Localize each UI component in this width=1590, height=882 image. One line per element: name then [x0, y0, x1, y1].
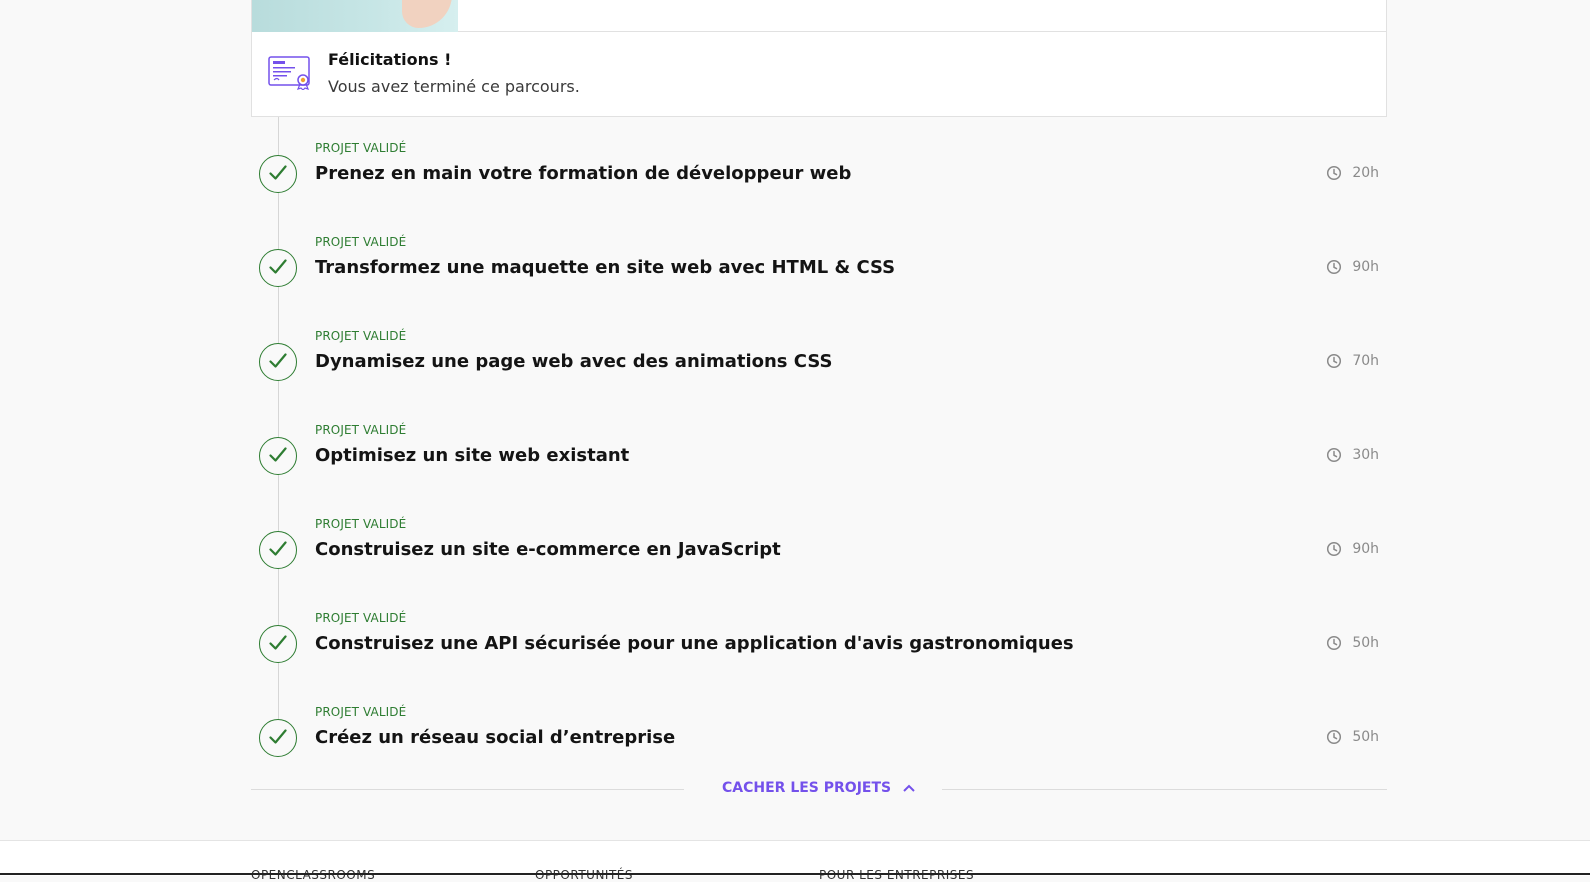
duration-value: 90h	[1352, 259, 1379, 275]
project-title[interactable]: Créez un réseau social d’entreprise	[315, 727, 675, 748]
path-banner	[251, 0, 1387, 32]
project-title[interactable]: Prenez en main votre formation de dévelo…	[315, 163, 851, 184]
project-item[interactable]: PROJET VALIDÉ Créez un réseau social d’e…	[251, 705, 1387, 779]
check-icon	[259, 625, 297, 663]
duration-value: 20h	[1352, 165, 1379, 181]
page-footer: OPENCLASSROOMS OPPORTUNITÉS POUR LES ENT…	[0, 840, 1590, 882]
footer-col-entreprises[interactable]: POUR LES ENTREPRISES	[819, 868, 974, 882]
check-icon	[259, 343, 297, 381]
divider-line-left	[251, 789, 684, 790]
clock-icon	[1327, 259, 1342, 275]
check-icon	[259, 249, 297, 287]
project-title[interactable]: Construisez une API sécurisée pour une a…	[315, 633, 1074, 654]
project-item[interactable]: PROJET VALIDÉ Construisez un site e-comm…	[251, 517, 1387, 591]
duration-value: 90h	[1352, 541, 1379, 557]
clock-icon	[1327, 447, 1342, 463]
footer-col-opportunites[interactable]: OPPORTUNITÉS	[535, 868, 633, 882]
project-status: PROJET VALIDÉ	[315, 235, 407, 249]
project-duration: 70h	[1326, 353, 1379, 369]
footer-col-openclassrooms[interactable]: OPENCLASSROOMS	[251, 868, 375, 882]
completion-text: Vous avez terminé ce parcours.	[328, 77, 580, 96]
check-icon	[259, 531, 297, 569]
project-status: PROJET VALIDÉ	[315, 705, 407, 719]
project-item[interactable]: PROJET VALIDÉ Dynamisez une page web ave…	[251, 329, 1387, 403]
project-duration: 90h	[1326, 259, 1379, 275]
project-status: PROJET VALIDÉ	[315, 329, 407, 343]
project-status: PROJET VALIDÉ	[315, 517, 407, 531]
hide-projects-button[interactable]: CACHER LES PROJETS	[722, 780, 915, 796]
project-title[interactable]: Optimisez un site web existant	[315, 445, 629, 466]
project-duration: 50h	[1326, 729, 1379, 745]
project-status: PROJET VALIDÉ	[315, 423, 407, 437]
project-item[interactable]: PROJET VALIDÉ Transformez une maquette e…	[251, 235, 1387, 309]
duration-value: 30h	[1352, 447, 1379, 463]
check-icon	[259, 437, 297, 475]
project-item[interactable]: PROJET VALIDÉ Optimisez un site web exis…	[251, 423, 1387, 497]
project-duration: 50h	[1326, 635, 1379, 651]
toggle-divider: CACHER LES PROJETS	[251, 780, 1387, 796]
project-duration: 20h	[1326, 165, 1379, 181]
certificate-icon	[268, 56, 310, 90]
clock-icon	[1327, 635, 1342, 651]
project-item[interactable]: PROJET VALIDÉ Prenez en main votre forma…	[251, 141, 1387, 215]
chevron-up-icon	[903, 784, 915, 792]
duration-value: 50h	[1352, 635, 1379, 651]
clock-icon	[1327, 729, 1342, 745]
hide-projects-label: CACHER LES PROJETS	[722, 780, 892, 796]
project-status: PROJET VALIDÉ	[315, 611, 407, 625]
completion-card: Félicitations ! Vous avez terminé ce par…	[251, 32, 1387, 117]
duration-value: 70h	[1352, 353, 1379, 369]
clock-icon	[1327, 165, 1342, 181]
banner-image	[252, 0, 458, 32]
check-icon	[259, 155, 297, 193]
project-item[interactable]: PROJET VALIDÉ Construisez une API sécuri…	[251, 611, 1387, 685]
project-title[interactable]: Construisez un site e-commerce en JavaSc…	[315, 539, 781, 560]
project-title[interactable]: Dynamisez une page web avec des animatio…	[315, 351, 832, 372]
project-status: PROJET VALIDÉ	[315, 141, 407, 155]
clock-icon	[1327, 541, 1342, 557]
duration-value: 50h	[1352, 729, 1379, 745]
divider-line-right	[942, 789, 1387, 790]
completion-title: Félicitations !	[328, 50, 452, 69]
project-duration: 90h	[1326, 541, 1379, 557]
check-icon	[259, 719, 297, 757]
clock-icon	[1327, 353, 1342, 369]
project-title[interactable]: Transformez une maquette en site web ave…	[315, 257, 895, 278]
project-duration: 30h	[1326, 447, 1379, 463]
